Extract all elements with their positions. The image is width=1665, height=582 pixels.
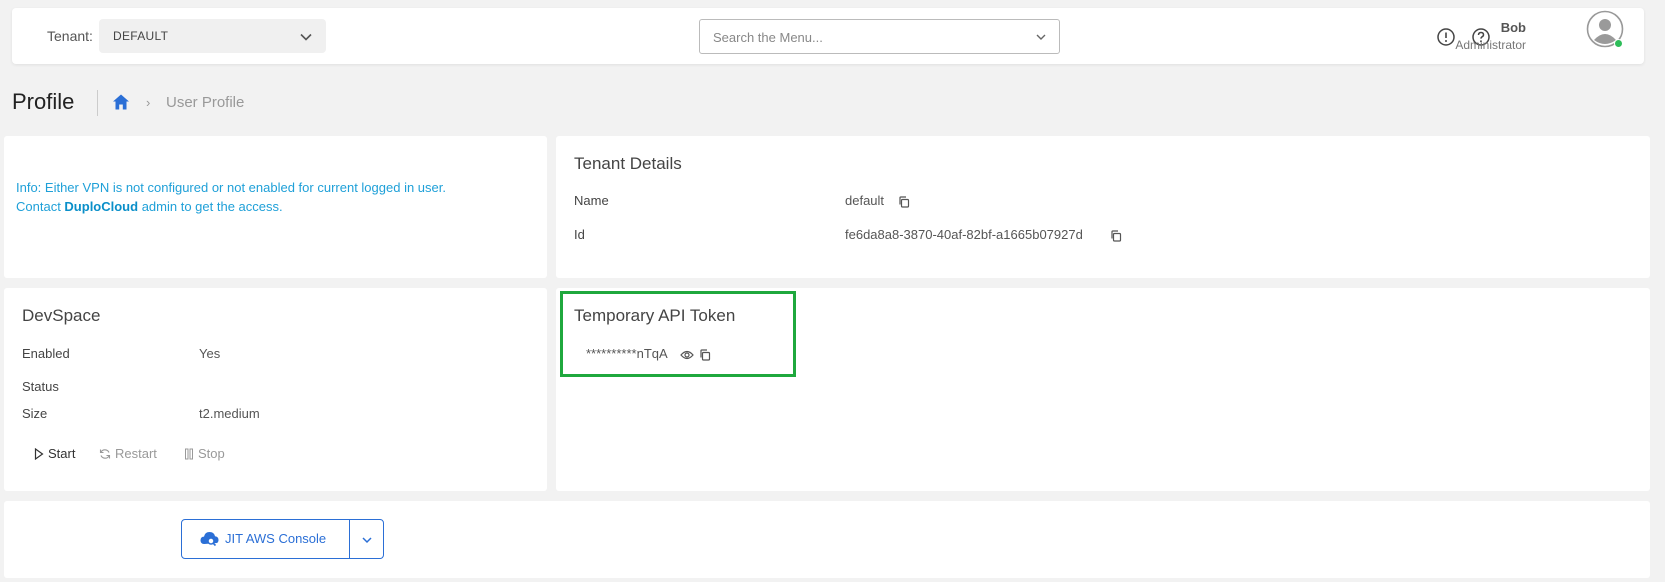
devspace-enabled-value: Yes (199, 346, 221, 361)
user-role: Administrator (1455, 38, 1526, 52)
tenant-select-value: DEFAULT (113, 29, 169, 43)
api-token-highlight-box (560, 291, 796, 377)
vpn-info-message: Info: Either VPN is not configured or no… (16, 180, 446, 214)
copy-icon[interactable] (1110, 230, 1122, 242)
menu-search-input[interactable]: Search the Menu... (699, 19, 1060, 54)
devspace-card: DevSpace Enabled Yes Status Size t2.medi… (4, 288, 547, 491)
pause-icon (185, 448, 193, 460)
stop-label: Stop (198, 446, 225, 461)
top-header: Tenant: DEFAULT Search the Menu... Bob A… (12, 8, 1644, 64)
devspace-title: DevSpace (22, 306, 101, 325)
alert-icon[interactable] (1436, 27, 1456, 47)
search-placeholder: Search the Menu... (713, 30, 823, 45)
brand-name: DuploCloud (64, 199, 139, 214)
restart-icon (99, 449, 111, 459)
page-title: Profile (12, 89, 75, 114)
tenant-details-title: Tenant Details (574, 154, 682, 173)
tenant-select[interactable]: DEFAULT (99, 19, 326, 53)
tenant-id-label: Id (574, 227, 585, 242)
cloud-search-icon (200, 532, 219, 547)
tenant-id-value: fe6da8a8-3870-40af-82bf-a1665b07927d (845, 227, 1083, 242)
tenant-name-label: Name (574, 193, 609, 208)
jit-aws-console-button[interactable]: JIT AWS Console (182, 520, 350, 558)
breadcrumb-divider (97, 90, 98, 116)
tenant-name-value: default (845, 193, 885, 208)
online-status-icon (1614, 39, 1623, 48)
restart-label: Restart (115, 446, 157, 461)
copy-icon[interactable] (898, 196, 910, 208)
start-label: Start (48, 446, 76, 461)
devspace-size-value: t2.medium (199, 406, 260, 421)
devspace-size-label: Size (22, 406, 48, 421)
chevron-down-icon (300, 33, 312, 41)
play-icon (34, 448, 44, 460)
breadcrumb-current: User Profile (166, 94, 245, 111)
tenant-label: Tenant: (47, 28, 93, 44)
tenant-details-card: Tenant Details Name default Id fe6da8a8-… (556, 136, 1650, 278)
breadcrumb-chevron-icon: › (146, 95, 151, 110)
chevron-down-icon (1036, 34, 1046, 40)
jit-aws-console-button-group: JIT AWS Console (181, 519, 384, 559)
vpn-info-card: Info: Either VPN is not configured or no… (4, 136, 547, 278)
chevron-down-icon[interactable] (360, 533, 374, 547)
user-name: Bob (1500, 20, 1526, 35)
jit-aws-console-label: JIT AWS Console (225, 531, 327, 546)
devspace-enabled-label: Enabled (22, 346, 70, 361)
devspace-status-label: Status (22, 379, 59, 394)
home-icon[interactable] (112, 93, 130, 111)
